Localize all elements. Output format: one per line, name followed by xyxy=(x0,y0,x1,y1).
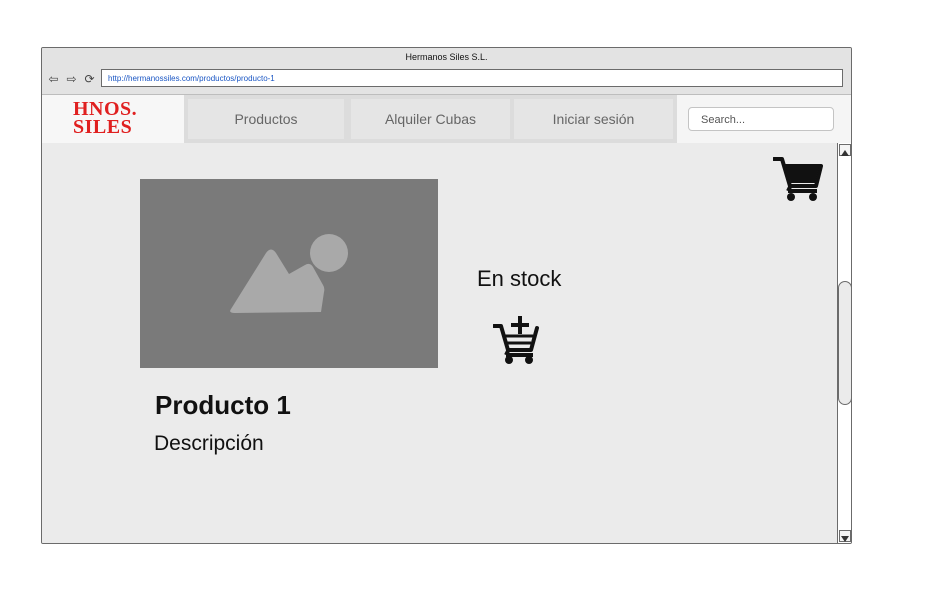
product-title: Producto 1 xyxy=(155,390,291,420)
address-toolbar: ⇦ ⇨ ⟳ http://hermanossiles.com/productos… xyxy=(42,67,851,95)
product-description: Descripción xyxy=(154,432,264,455)
window-title: Hermanos Siles S.L. xyxy=(42,48,851,67)
browser-window: Hermanos Siles S.L. ⇦ ⇨ ⟳ http://hermano… xyxy=(41,47,852,544)
image-placeholder-icon xyxy=(230,234,348,313)
logo-line-2: SILES xyxy=(73,116,133,138)
nav-tab-alquiler-cubas[interactable]: Alquiler Cubas xyxy=(351,99,510,139)
shopping-cart-icon[interactable] xyxy=(773,154,823,202)
nav-tab-iniciar-sesion[interactable]: Iniciar sesión xyxy=(514,99,673,139)
reload-icon[interactable]: ⟳ xyxy=(83,73,96,86)
site-header: HNOS. SILES Productos Alquiler Cubas Ini… xyxy=(42,95,851,143)
vertical-scrollbar[interactable] xyxy=(837,143,851,543)
scroll-down-arrow-icon[interactable] xyxy=(839,530,851,542)
main-nav: Productos Alquiler Cubas Iniciar sesión xyxy=(184,95,677,143)
nav-tab-productos[interactable]: Productos xyxy=(188,99,344,139)
product-page: En stock Producto 1 Descripción xyxy=(42,143,837,543)
address-bar[interactable]: http://hermanossiles.com/productos/produ… xyxy=(101,69,843,87)
forward-icon[interactable]: ⇨ xyxy=(65,73,78,86)
product-image-placeholder xyxy=(140,179,438,368)
back-icon[interactable]: ⇦ xyxy=(47,73,60,86)
search-input[interactable]: Search... xyxy=(688,107,834,131)
scroll-up-arrow-icon[interactable] xyxy=(839,144,851,156)
scrollbar-thumb[interactable] xyxy=(838,281,851,405)
add-to-cart-icon[interactable] xyxy=(493,315,543,365)
site-logo[interactable]: HNOS. SILES xyxy=(42,95,184,143)
stock-status: En stock xyxy=(477,266,562,291)
